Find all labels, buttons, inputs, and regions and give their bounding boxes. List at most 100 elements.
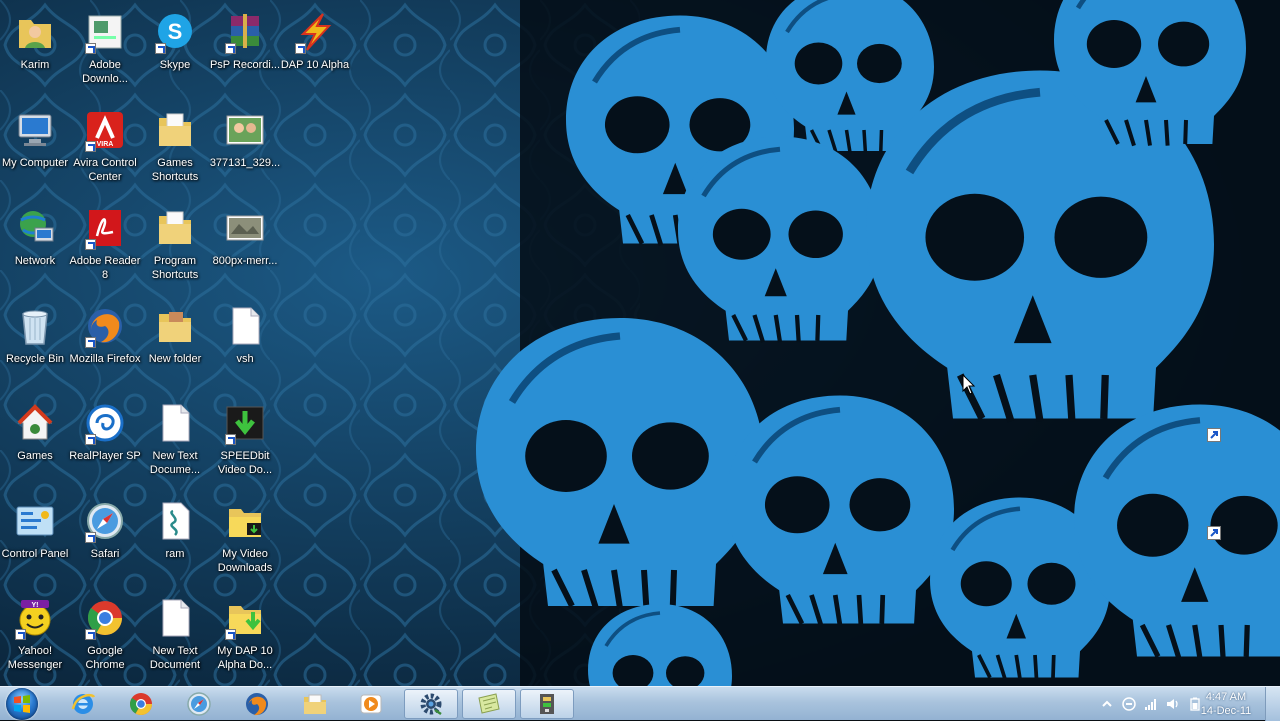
image-file-icon bbox=[223, 206, 267, 250]
desktop-icon-safari[interactable]: Safari bbox=[70, 493, 140, 585]
svg-text:VIRA: VIRA bbox=[97, 141, 114, 148]
desktop-icon-new-text-document-1[interactable]: New Text Docume... bbox=[140, 395, 210, 487]
desktop-icon-recycle-bin[interactable]: Recycle Bin bbox=[0, 298, 70, 390]
taskbar-chrome[interactable] bbox=[114, 689, 168, 719]
chevron-up-icon bbox=[1102, 700, 1112, 707]
mouse-cursor-icon bbox=[962, 374, 976, 395]
desktop-icon-label: Adobe Downlo... bbox=[82, 59, 128, 85]
tray-network-icon[interactable] bbox=[1144, 697, 1158, 711]
yahoo-messenger-icon: Y! bbox=[13, 596, 57, 640]
clock-time: 4:47 AM bbox=[1205, 691, 1247, 703]
taskbar-notes[interactable] bbox=[462, 689, 516, 719]
desktop-icon-label: Yahoo! Messenger bbox=[7, 645, 63, 671]
desktop-icon-karim[interactable]: Karim bbox=[0, 4, 70, 96]
desktop-icon-label: Program Shortcuts bbox=[151, 255, 199, 281]
taskbar-archive-tool[interactable] bbox=[520, 689, 574, 719]
desktop-icon-label: My Video Downloads bbox=[217, 548, 273, 574]
taskbar-firefox[interactable] bbox=[230, 689, 284, 719]
dap-icon bbox=[293, 10, 337, 54]
script-file-icon bbox=[153, 499, 197, 543]
svg-text:S: S bbox=[168, 19, 183, 44]
shortcut-arrow-icon bbox=[85, 239, 96, 250]
taskbar-explorer[interactable] bbox=[288, 689, 342, 719]
desktop-icon-adobe-reader[interactable]: Adobe Reader 8 bbox=[70, 200, 140, 292]
desktop-icon-800px-image[interactable]: 800px-merr... bbox=[210, 200, 280, 292]
taskbar-internet-explorer[interactable] bbox=[56, 689, 110, 719]
games-icon bbox=[13, 401, 57, 445]
desktop-icon-label: Network bbox=[14, 255, 56, 267]
taskbar: 4:47 AM 14-Dec-11 bbox=[0, 686, 1280, 721]
media-player-icon bbox=[360, 694, 382, 714]
shortcut-arrow-icon bbox=[85, 532, 96, 543]
user-folder-icon bbox=[13, 10, 57, 54]
stray-shortcut-icon[interactable] bbox=[1207, 428, 1221, 442]
desktop-icon-my-video-downloads[interactable]: My Video Downloads bbox=[210, 493, 280, 585]
desktop-icon-vsh[interactable]: vsh bbox=[210, 298, 280, 390]
desktop-icon-label: DAP 10 Alpha bbox=[280, 59, 350, 71]
desktop-icon-realplayer[interactable]: RealPlayer SP bbox=[69, 395, 141, 487]
desktop-icon-dap-10-alpha[interactable]: DAP 10 Alpha bbox=[280, 4, 350, 96]
tray-status-icon[interactable] bbox=[1122, 697, 1136, 711]
desktop-icon-firefox[interactable]: Mozilla Firefox bbox=[70, 298, 140, 390]
archive-icon bbox=[540, 694, 554, 714]
gear-icon bbox=[420, 693, 442, 716]
desktop-icon-network[interactable]: Network bbox=[0, 200, 70, 292]
desktop-icon-label: RealPlayer SP bbox=[69, 450, 141, 462]
desktop-icon-label: Control Panel bbox=[1, 548, 69, 560]
desktop-icon-psp-recording[interactable]: PsP Recordi... bbox=[210, 4, 280, 96]
desktop-icon-adobe-download[interactable]: Adobe Downlo... bbox=[70, 4, 140, 96]
realplayer-icon bbox=[83, 401, 127, 445]
chrome-icon bbox=[130, 693, 152, 715]
desktop-icon-speedbit[interactable]: SPEEDbit Video Do... bbox=[210, 395, 280, 487]
desktop-icon-new-text-document-2[interactable]: New Text Document bbox=[140, 590, 210, 682]
desktop-icon-my-dap-downloads[interactable]: My DAP 10 Alpha Do... bbox=[210, 590, 280, 682]
show-desktop-button[interactable] bbox=[1265, 687, 1280, 721]
desktop-icon-label: New folder bbox=[148, 353, 202, 365]
desktop-icon-skype[interactable]: S Skype bbox=[140, 4, 210, 96]
desktop-icon-avira[interactable]: VIRA Avira Control Center bbox=[70, 102, 140, 194]
svg-text:Y!: Y! bbox=[32, 602, 39, 609]
tray-volume-icon[interactable] bbox=[1166, 697, 1180, 711]
start-button[interactable] bbox=[6, 688, 38, 720]
pdf-reader-icon bbox=[83, 206, 127, 250]
stray-shortcut-icon[interactable] bbox=[1207, 526, 1221, 540]
desktop-icon-label: Safari bbox=[90, 548, 120, 560]
desktop-icon-label: New Text Document bbox=[149, 645, 201, 671]
folder-icon bbox=[153, 206, 197, 250]
show-hidden-icons-button[interactable] bbox=[1100, 697, 1114, 711]
desktop-icon-label: Google Chrome bbox=[85, 645, 125, 671]
taskbar-safari[interactable] bbox=[172, 689, 226, 719]
desktop-icon-control-panel[interactable]: Control Panel bbox=[0, 493, 70, 585]
desktop-icon-label: Avira Control Center bbox=[73, 157, 137, 183]
network-icon bbox=[13, 206, 57, 250]
desktop-icon-games[interactable]: Games bbox=[0, 395, 70, 487]
shortcut-arrow-icon bbox=[85, 43, 96, 54]
desktop-icon-new-folder[interactable]: New folder bbox=[140, 298, 210, 390]
notes-icon bbox=[478, 693, 500, 714]
system-tray: 4:47 AM 14-Dec-11 bbox=[1080, 687, 1280, 721]
photo-icon bbox=[223, 108, 267, 152]
desktop-icon-ram[interactable]: ram bbox=[140, 493, 210, 585]
shortcut-arrow-icon bbox=[85, 629, 96, 640]
desktop-icon-label: New Text Docume... bbox=[149, 450, 201, 476]
taskbar-settings-tool[interactable] bbox=[404, 689, 458, 719]
shortcut-arrow-icon bbox=[85, 337, 96, 348]
taskbar-clock[interactable]: 4:47 AM 14-Dec-11 bbox=[1198, 690, 1254, 718]
desktop-icon-program-shortcuts[interactable]: Program Shortcuts bbox=[140, 200, 210, 292]
winrar-archive-icon bbox=[223, 10, 267, 54]
desktop-icon-label: 377131_329... bbox=[209, 157, 281, 169]
chrome-icon bbox=[83, 596, 127, 640]
desktop-icon-yahoo-messenger[interactable]: Y! Yahoo! Messenger bbox=[0, 590, 70, 682]
desktop-icon-google-chrome[interactable]: Google Chrome bbox=[70, 590, 140, 682]
desktop-icon-my-computer[interactable]: My Computer bbox=[0, 102, 70, 194]
control-panel-icon bbox=[13, 499, 57, 543]
desktop-icon-photo-377131[interactable]: 377131_329... bbox=[210, 102, 280, 194]
shortcut-arrow-icon bbox=[225, 629, 236, 640]
shortcut-arrow-icon bbox=[15, 629, 26, 640]
taskbar-media-player[interactable] bbox=[344, 689, 398, 719]
computer-icon bbox=[13, 108, 57, 152]
desktop-icon-label: My Computer bbox=[1, 157, 69, 169]
text-file-icon bbox=[153, 401, 197, 445]
shortcut-arrow-icon bbox=[225, 43, 236, 54]
desktop-icon-games-shortcuts[interactable]: Games Shortcuts bbox=[140, 102, 210, 194]
